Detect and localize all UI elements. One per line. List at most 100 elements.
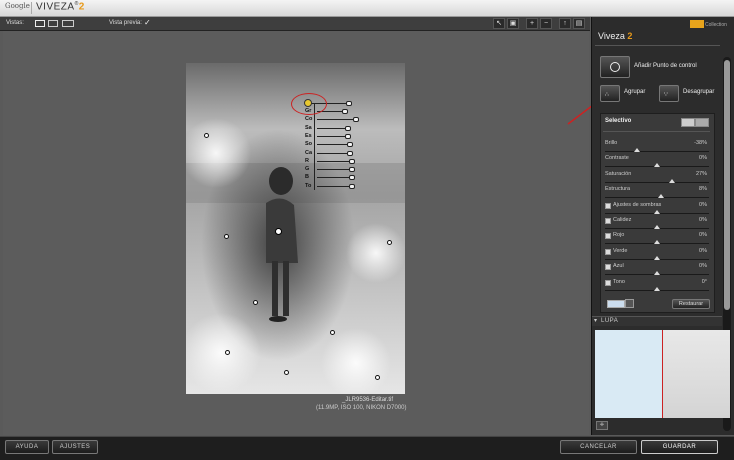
cp-slider-track[interactable] bbox=[317, 144, 347, 146]
control-point[interactable] bbox=[375, 375, 380, 380]
cp-slider-track[interactable] bbox=[317, 127, 345, 129]
cp-slider-knob[interactable] bbox=[349, 183, 356, 189]
export-icon[interactable]: ▤ bbox=[573, 18, 585, 29]
cp-slider-track[interactable] bbox=[317, 177, 350, 179]
slider-handle[interactable] bbox=[654, 240, 660, 245]
single-view-icon[interactable] bbox=[35, 20, 45, 27]
slider-enable-checkbox[interactable] bbox=[605, 202, 611, 209]
restore-button[interactable]: Restaurar bbox=[672, 299, 710, 309]
cp-slider-track[interactable] bbox=[317, 152, 347, 154]
cp-slider-knob[interactable] bbox=[344, 125, 351, 131]
slider-enable-checkbox[interactable] bbox=[605, 233, 611, 240]
paste-settings-icon[interactable] bbox=[695, 118, 709, 127]
zoom-in-icon[interactable]: + bbox=[526, 18, 538, 29]
copy-settings-icon[interactable] bbox=[681, 118, 695, 127]
help-button[interactable]: AYUDA bbox=[5, 440, 49, 454]
control-point-icon bbox=[610, 62, 620, 72]
slider-row[interactable]: Rojo 0% bbox=[603, 232, 710, 246]
crop-tool-icon[interactable]: ▣ bbox=[507, 18, 519, 29]
cp-slider-knob[interactable] bbox=[344, 133, 351, 139]
cp-slider-label: So bbox=[305, 141, 313, 148]
slider-row[interactable]: Saturación 27% bbox=[603, 171, 710, 185]
info-icon[interactable]: ↑ bbox=[559, 18, 571, 29]
cp-slider-track[interactable] bbox=[317, 119, 353, 121]
color-swatch[interactable] bbox=[607, 300, 625, 308]
file-details: (11.9MP, ISO 100, NIKON D7000) bbox=[316, 405, 407, 411]
slider-handle[interactable] bbox=[654, 209, 660, 214]
cp-slider-knob[interactable] bbox=[352, 117, 359, 123]
slider-row[interactable]: Verde 0% bbox=[603, 248, 710, 262]
cp-slider-knob[interactable] bbox=[346, 150, 353, 156]
control-point[interactable] bbox=[225, 350, 230, 355]
cp-slider-track[interactable] bbox=[317, 160, 350, 162]
slider-row[interactable]: Brillo -38% bbox=[603, 140, 710, 154]
slider-handle[interactable] bbox=[654, 225, 660, 229]
slider-handle[interactable] bbox=[654, 163, 660, 168]
settings-button[interactable]: AJUSTES bbox=[52, 440, 98, 454]
group-button[interactable]: ∴ bbox=[600, 85, 620, 102]
cp-slider-knob[interactable] bbox=[349, 175, 356, 181]
hand-tool-icon[interactable]: ↖ bbox=[493, 18, 505, 29]
save-button[interactable]: GUARDAR bbox=[641, 440, 718, 454]
slider-enable-checkbox[interactable] bbox=[605, 279, 611, 286]
cp-slider-track[interactable] bbox=[317, 185, 350, 187]
preview-checkbox[interactable]: ✓ bbox=[144, 18, 151, 27]
slider-handle[interactable] bbox=[668, 178, 675, 183]
group-label[interactable]: Agrupar bbox=[624, 89, 645, 95]
control-point[interactable] bbox=[253, 300, 258, 305]
selective-divider bbox=[603, 131, 710, 132]
slider-row[interactable]: Contraste 0% bbox=[603, 155, 710, 169]
slider-handle[interactable] bbox=[654, 255, 660, 260]
loupe-split-line[interactable] bbox=[662, 330, 663, 418]
cp-slider-knob[interactable] bbox=[349, 158, 356, 164]
slider-track[interactable] bbox=[605, 151, 709, 152]
slider-row[interactable]: Ajustes de sombras 0% bbox=[603, 202, 710, 216]
control-point[interactable] bbox=[330, 330, 335, 335]
slider-row[interactable]: Calidez 0% bbox=[603, 217, 710, 231]
cp-slider-track[interactable] bbox=[317, 169, 350, 171]
slider-label: Verde bbox=[613, 247, 628, 254]
control-point[interactable] bbox=[224, 234, 229, 239]
cp-slider-label: Sa bbox=[305, 124, 312, 131]
slider-handle[interactable] bbox=[654, 286, 660, 291]
zoom-out-icon[interactable]: − bbox=[540, 18, 552, 29]
slider-track[interactable] bbox=[605, 181, 709, 183]
ungroup-button[interactable]: ∵ bbox=[659, 85, 679, 102]
panel-scroll-thumb[interactable] bbox=[724, 60, 730, 310]
slider-row[interactable]: Azul 0% bbox=[603, 263, 710, 277]
slider-row[interactable]: Tono 0° bbox=[603, 279, 710, 293]
cp-slider-knob[interactable] bbox=[346, 142, 353, 148]
loupe-toggle-icon[interactable]: ▾ bbox=[594, 317, 597, 324]
cp-size-knob[interactable] bbox=[345, 101, 352, 106]
cancel-button[interactable]: CANCELAR bbox=[560, 440, 637, 454]
active-control-point[interactable] bbox=[275, 228, 282, 235]
cp-slider-knob[interactable] bbox=[349, 167, 356, 173]
eyedropper-icon[interactable] bbox=[625, 299, 634, 308]
control-point[interactable] bbox=[204, 133, 209, 138]
side-by-side-view-icon[interactable] bbox=[62, 20, 74, 27]
slider-handle[interactable] bbox=[658, 194, 665, 199]
ungroup-icon: ∵ bbox=[664, 92, 668, 98]
slider-enable-checkbox[interactable] bbox=[605, 218, 611, 224]
slider-enable-checkbox[interactable] bbox=[605, 248, 611, 255]
cp-slider-track[interactable] bbox=[317, 135, 345, 137]
add-control-point-label[interactable]: Añadir Punto de control bbox=[634, 63, 697, 69]
cp-slider-label: To bbox=[305, 182, 312, 189]
split-view-icon[interactable] bbox=[48, 20, 58, 27]
cp-slider-knob[interactable] bbox=[342, 109, 349, 114]
control-point[interactable] bbox=[284, 370, 289, 375]
slider-label: Rojo bbox=[613, 232, 625, 239]
control-point[interactable] bbox=[387, 240, 392, 245]
ungroup-label[interactable]: Desagrupar bbox=[683, 89, 714, 95]
photo-preview[interactable] bbox=[186, 63, 405, 394]
slider-enable-checkbox[interactable] bbox=[605, 264, 611, 271]
control-point-center[interactable] bbox=[304, 99, 312, 107]
loupe-pin-icon[interactable]: ✛ bbox=[596, 421, 608, 430]
slider-handle[interactable] bbox=[634, 148, 641, 152]
slider-row[interactable]: Estructura 8% bbox=[603, 186, 710, 200]
slider-track[interactable] bbox=[605, 197, 709, 199]
slider-handle[interactable] bbox=[654, 271, 660, 276]
slider-value: 0% bbox=[699, 155, 707, 162]
add-control-point-button[interactable] bbox=[600, 56, 630, 78]
slider-value: -38% bbox=[694, 140, 707, 146]
